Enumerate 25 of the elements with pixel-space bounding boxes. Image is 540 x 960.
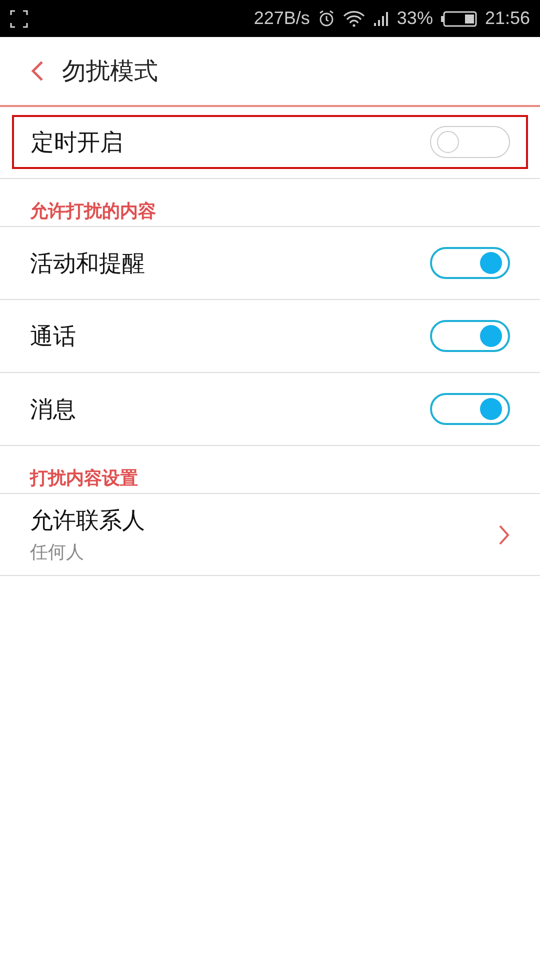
page-title: 勿扰模式 [62,56,158,87]
setting-value: 任何人 [30,541,85,564]
network-speed: 227B/s [254,8,310,29]
setting-label: 消息 [30,396,76,424]
battery-percent: 33% [396,8,433,29]
setting-label: 允许联系人 [30,507,145,536]
back-icon[interactable] [30,60,44,82]
toggle-switch[interactable] [430,126,510,158]
section-title: 允许打扰的内容 [30,200,156,224]
toggle-switch[interactable] [430,320,510,352]
toggle-switch[interactable] [430,247,510,279]
contacts-row[interactable]: 允许联系人 任何人 [0,494,540,576]
toggle-switch[interactable] [430,393,510,425]
setting-label: 通话 [30,322,76,352]
signal-icon [372,10,389,27]
alarm-icon [318,10,335,27]
section-title: 打扰内容设置 [30,467,138,491]
clock-time: 21:56 [484,8,530,29]
schedule-row[interactable]: 定时开启 [12,115,528,169]
chevron-right-icon [498,524,510,546]
battery-icon [440,10,477,26]
screenshot-icon [10,10,28,28]
wifi-icon [342,10,365,27]
setting-label: 活动和提醒 [30,250,145,278]
schedule-label: 定时开启 [31,128,123,158]
